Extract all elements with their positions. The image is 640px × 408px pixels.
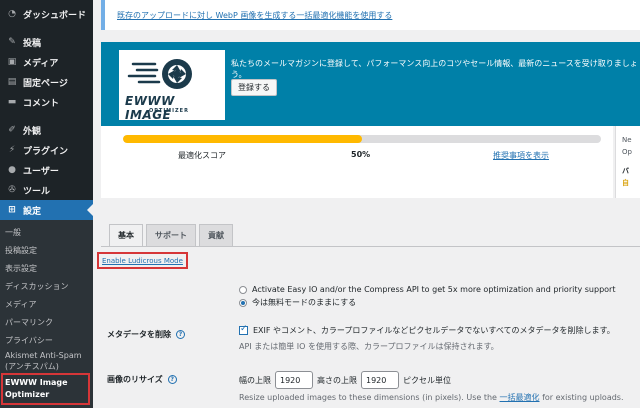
submenu-item-writing[interactable]: 投稿設定 bbox=[0, 241, 93, 259]
submenu-item-general[interactable]: 一般 bbox=[0, 223, 93, 241]
resize-label: 画像のリサイズ ? bbox=[107, 374, 177, 385]
sidebar-item-label: コメント bbox=[23, 98, 60, 109]
submenu-item-reading[interactable]: 表示設定 bbox=[0, 259, 93, 277]
side-info-text: Op bbox=[622, 148, 632, 156]
pin-icon: ✎ bbox=[8, 37, 16, 47]
help-icon[interactable]: ? bbox=[167, 375, 177, 384]
sidebar-item-label: 固定ページ bbox=[23, 78, 68, 89]
sidebar-item-label: 外観 bbox=[23, 126, 42, 137]
optimization-score-panel: 最適化スコア 50% 推奨事項を表示 bbox=[101, 126, 613, 198]
height-label: 高さの上限 bbox=[317, 375, 357, 385]
side-info-panel: Ne Op バ 自 bbox=[615, 126, 640, 198]
metadata-checkbox[interactable] bbox=[239, 324, 248, 335]
sidebar-item-label: ツール bbox=[23, 186, 51, 197]
sidebar-item-comments[interactable]: ▬ コメント bbox=[0, 92, 93, 112]
free-mode-option[interactable]: 今は無料モードのままにする bbox=[239, 297, 356, 308]
sidebar-item-label: 投稿 bbox=[23, 38, 42, 49]
page-icon: ▤ bbox=[7, 77, 17, 87]
sidebar-item-label: プラグイン bbox=[23, 146, 69, 157]
dashboard-icon: ◔ bbox=[8, 9, 16, 19]
score-progress-bar bbox=[123, 135, 601, 143]
help-icon[interactable]: ? bbox=[176, 330, 185, 339]
settings-tabs: 基本 サポート 貢献 bbox=[109, 224, 236, 246]
sidebar-item-posts[interactable]: ✎ 投稿 bbox=[0, 32, 93, 52]
ewww-logo: EWWW IMAGE OPTIMIZER bbox=[119, 50, 225, 122]
submenu-item-akismet[interactable]: Akismet Anti-Spam (アンチスパム) bbox=[0, 349, 93, 373]
sidebar-item-settings[interactable]: ⊞ 設定 bbox=[0, 200, 93, 220]
sidebar-item-users[interactable]: ● ユーザー bbox=[0, 160, 93, 180]
settings-icon: ⊞ bbox=[8, 205, 16, 215]
metadata-label: メタデータを削除 ? bbox=[107, 329, 185, 340]
metadata-check-label: EXIF やコメント、カラープロファイルなどピクセルデータでないすべてのメタデー… bbox=[253, 326, 615, 335]
media-icon: ▣ bbox=[7, 57, 17, 67]
sidebar-item-label: メディア bbox=[23, 58, 59, 69]
side-info-text: Ne bbox=[622, 136, 632, 144]
sidebar-item-plugins[interactable]: ⚡ プラグイン bbox=[0, 140, 93, 160]
easy-io-option[interactable]: Activate Easy IO and/or the Compress API… bbox=[239, 285, 615, 294]
plugin-icon: ⚡ bbox=[8, 145, 16, 155]
admin-sidebar: ◔ ダッシュボード ✎ 投稿 ▣ メディア ▤ 固定ページ ▬ コメント ✐ 外観 ⚡ プラグ… bbox=[0, 0, 93, 408]
max-height-input[interactable]: 1920 bbox=[361, 371, 399, 389]
resize-description: Resize uploaded images to these dimensio… bbox=[239, 392, 624, 403]
sidebar-item-pages[interactable]: ▤ 固定ページ bbox=[0, 72, 93, 92]
score-progress-fill bbox=[123, 135, 362, 143]
max-width-input[interactable]: 1920 bbox=[275, 371, 313, 389]
free-mode-label: 今は無料モードのままにする bbox=[252, 298, 357, 307]
easy-io-radio[interactable] bbox=[239, 285, 247, 294]
easy-io-label: Activate Easy IO and/or the Compress API… bbox=[252, 285, 616, 294]
submenu-item-privacy[interactable]: プライバシー bbox=[0, 331, 93, 349]
metadata-label-text: メタデータを削除 bbox=[107, 330, 171, 339]
appearance-icon: ✐ bbox=[8, 125, 16, 135]
score-label: 最適化スコア bbox=[178, 151, 226, 160]
newsletter-banner: EWWW IMAGE OPTIMIZER 私たちのメールマガジンに登録して、パフ… bbox=[101, 42, 640, 126]
webp-notice: 既存のアップロードに対し WebP 画像を生成する一括最適化機能を使用する bbox=[101, 0, 640, 30]
bulk-optimize-link[interactable]: 一括最適化 bbox=[500, 393, 540, 402]
sidebar-item-dashboard[interactable]: ◔ ダッシュボード bbox=[0, 4, 93, 24]
bulk-webp-link[interactable]: 既存のアップロードに対し WebP 画像を生成する一括最適化機能を使用する bbox=[117, 10, 392, 21]
show-recommendations-link[interactable]: 推奨事項を表示 bbox=[493, 150, 549, 161]
submenu-item-discussion[interactable]: ディスカッション bbox=[0, 277, 93, 295]
sidebar-item-label: ユーザー bbox=[23, 166, 59, 177]
sidebar-item-label: ダッシュボード bbox=[23, 10, 87, 21]
tabs-divider bbox=[101, 246, 640, 247]
tab-support[interactable]: サポート bbox=[146, 224, 196, 246]
comment-icon: ▬ bbox=[7, 97, 17, 107]
resize-controls: 幅の上限 1920 高さの上限 1920 ピクセル単位 bbox=[239, 371, 451, 389]
side-info-status: 自 bbox=[622, 179, 629, 187]
unit-label: ピクセル単位 bbox=[403, 375, 451, 385]
main-content: 既存のアップロードに対し WebP 画像を生成する一括最適化機能を使用する EW… bbox=[93, 0, 640, 408]
sidebar-item-media[interactable]: ▣ メディア bbox=[0, 52, 93, 72]
resize-desc-post: for existing uploads. bbox=[542, 393, 624, 402]
newsletter-text: 私たちのメールマガジンに登録して、パフォーマンス向上のコツやセール情報、最新のニ… bbox=[231, 59, 638, 79]
sidebar-item-label: 設定 bbox=[23, 206, 42, 217]
resize-label-text: 画像のリサイズ bbox=[107, 375, 163, 384]
side-info-heading: バ bbox=[622, 167, 629, 175]
resize-desc-pre: Resize uploaded images to these dimensio… bbox=[239, 393, 497, 402]
width-label: 幅の上限 bbox=[239, 375, 271, 385]
metadata-option[interactable]: EXIF やコメント、カラープロファイルなどピクセルデータでないすべてのメタデー… bbox=[239, 324, 615, 336]
enable-ludicrous-mode-link[interactable]: Enable Ludicrous Mode bbox=[97, 252, 188, 269]
submenu-item-ewww[interactable]: EWWW Image Optimizer bbox=[1, 373, 90, 405]
metadata-description: API または簡単 IO を使用する際、カラープロファイルは保持されます。 bbox=[239, 342, 499, 351]
free-mode-radio[interactable] bbox=[239, 298, 247, 307]
user-icon: ● bbox=[8, 165, 16, 175]
sidebar-menu: ◔ ダッシュボード ✎ 投稿 ▣ メディア ▤ 固定ページ ▬ コメント ✐ 外観 ⚡ プラグ… bbox=[0, 0, 93, 408]
sidebar-item-tools[interactable]: ✇ ツール bbox=[0, 180, 93, 200]
settings-submenu: 一般 投稿設定 表示設定 ディスカッション メディア パーマリンク プライバシー… bbox=[0, 220, 93, 408]
sidebar-item-appearance[interactable]: ✐ 外観 bbox=[0, 120, 93, 140]
tab-contribute[interactable]: 貢献 bbox=[199, 224, 233, 246]
tab-basic[interactable]: 基本 bbox=[109, 224, 143, 246]
submenu-item-media[interactable]: メディア bbox=[0, 295, 93, 313]
register-button[interactable]: 登録する bbox=[231, 79, 277, 96]
logo-subtitle: OPTIMIZER bbox=[149, 108, 189, 114]
score-value: 50% bbox=[351, 150, 371, 159]
tool-icon: ✇ bbox=[8, 185, 16, 195]
submenu-item-permalinks[interactable]: パーマリンク bbox=[0, 313, 93, 331]
camera-shutter-icon bbox=[127, 59, 192, 89]
